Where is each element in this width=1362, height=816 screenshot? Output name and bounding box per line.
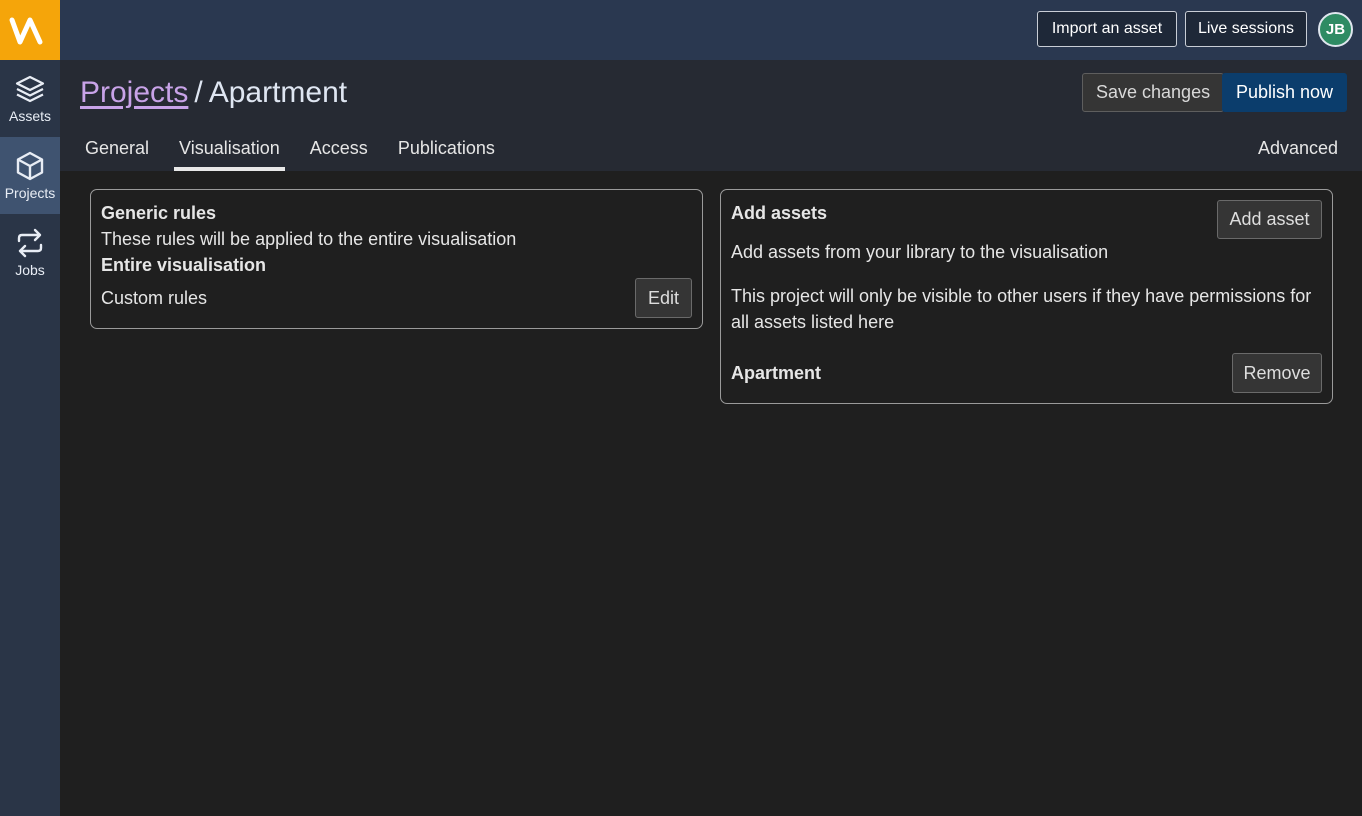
generic-rules-card: Generic rules These rules will be applie… — [90, 189, 703, 329]
avatar[interactable]: JB — [1318, 12, 1353, 47]
asset-name: Apartment — [731, 363, 822, 383]
breadcrumb-projects-link[interactable]: Projects — [80, 76, 188, 109]
save-changes-button[interactable]: Save changes — [1082, 73, 1225, 112]
edit-button[interactable]: Edit — [635, 278, 692, 318]
nav-label-assets: Assets — [8, 108, 51, 124]
page-header: Projects / Apartment Save changes Publish … — [60, 60, 1362, 171]
nav-label-projects: Projects — [4, 185, 56, 201]
top-bar: Import an asset Live sessions JB — [60, 0, 1362, 60]
nav-label-jobs: Jobs — [15, 262, 45, 278]
breadcrumb: Projects / Apartment — [80, 76, 347, 110]
breadcrumb-separator: / — [194, 76, 203, 109]
add-assets-description: Add assets from your library to the visu… — [731, 242, 1109, 262]
remove-button[interactable]: Remove — [1232, 353, 1322, 393]
publish-now-button[interactable]: Publish now — [1222, 73, 1348, 112]
nav-item-assets[interactable]: Assets — [0, 60, 60, 137]
nav-item-projects[interactable]: Projects — [0, 137, 60, 214]
add-assets-card: Add assets Add asset Add assets from you… — [720, 189, 1333, 404]
tab-bar: General Visualisation Access Publication… — [80, 135, 520, 171]
add-asset-button[interactable]: Add asset — [1217, 200, 1322, 239]
import-asset-button[interactable]: Import an asset — [1037, 11, 1177, 47]
generic-rules-description: These rules will be applied to the entir… — [101, 229, 517, 249]
tab-visualisation[interactable]: Visualisation — [174, 135, 285, 171]
live-sessions-button[interactable]: Live sessions — [1185, 11, 1307, 47]
tab-access[interactable]: Access — [305, 135, 373, 171]
cube-icon — [16, 151, 44, 181]
logo-icon — [9, 17, 43, 45]
repeat-icon — [17, 228, 43, 258]
layers-icon — [15, 75, 45, 103]
custom-rules-label: Custom rules — [101, 288, 208, 308]
tab-general[interactable]: General — [80, 135, 154, 171]
permissions-note: This project will only be visible to oth… — [731, 286, 1312, 332]
entire-visualisation-heading: Entire visualisation — [101, 255, 267, 275]
nav-item-jobs[interactable]: Jobs — [0, 214, 60, 291]
add-assets-title: Add assets — [731, 203, 828, 223]
tab-advanced[interactable]: Advanced — [1258, 135, 1338, 161]
generic-rules-title: Generic rules — [101, 203, 217, 223]
side-nav: Assets Projects Jobs — [0, 0, 60, 816]
page-title: Apartment — [208, 76, 348, 109]
app-logo[interactable] — [0, 0, 60, 60]
tab-publications[interactable]: Publications — [393, 135, 500, 171]
